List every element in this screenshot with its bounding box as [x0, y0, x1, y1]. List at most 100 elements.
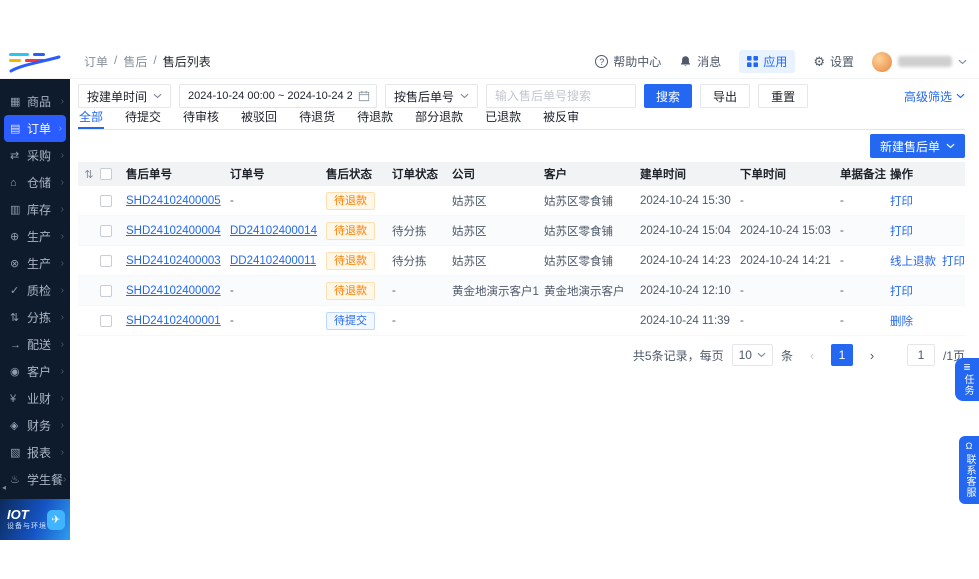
export-button[interactable]: 导出	[700, 84, 751, 108]
op-print-link[interactable]: 打印	[942, 253, 965, 269]
created-time-cell: 2024-10-24 15:30	[640, 194, 731, 207]
column-settings-icon[interactable]: ⇅	[84, 168, 93, 181]
aftersale-no-link[interactable]: SHD24102400003	[126, 255, 221, 267]
warehouse-icon: ⌂	[10, 176, 17, 189]
row-checkbox[interactable]	[100, 314, 112, 327]
prev-page-button[interactable]: ‹	[801, 344, 823, 366]
new-aftersale-button[interactable]: 新建售后单	[869, 134, 965, 158]
advanced-filter-link[interactable]: 高级筛选	[904, 88, 965, 105]
gear-icon: ⚙	[813, 54, 825, 69]
settings-button[interactable]: ⚙ 设置	[813, 53, 854, 70]
sidebar-item-goods[interactable]: ▦ 商品 ›	[0, 88, 70, 115]
sidebar-item-finance[interactable]: ◈ 财务 ›	[0, 412, 70, 439]
aftersale-no-link[interactable]: SHD24102400004	[126, 225, 221, 237]
company-cell: 姑苏区	[452, 225, 487, 238]
sidebar-item-inventory[interactable]: ▥ 库存 ›	[0, 196, 70, 223]
row-checkbox[interactable]	[100, 254, 112, 267]
tab-review-reversed[interactable]: 被反审	[542, 106, 580, 129]
op-online-refund-link[interactable]: 线上退款	[890, 253, 936, 269]
sidebar-item-customers[interactable]: ◉ 客户 ›	[0, 358, 70, 385]
row-checkbox[interactable]	[100, 194, 112, 207]
sidebar-item-warehouse[interactable]: ⌂ 仓储 ›	[0, 169, 70, 196]
sidebar-item-sorting[interactable]: ⇅ 分拣 ›	[0, 304, 70, 331]
page-size-unit: 条	[780, 348, 793, 363]
next-page-button[interactable]: ›	[861, 344, 883, 366]
select-all-checkbox[interactable]	[100, 168, 112, 180]
chevron-right-icon: ›	[60, 420, 64, 431]
company-cell: 姑苏区	[452, 195, 487, 208]
date-range-input[interactable]	[179, 84, 378, 108]
time-field-select[interactable]: 按建单时间	[78, 84, 172, 108]
tab-refunded[interactable]: 已退款	[484, 106, 522, 129]
record-summary: 共5条记录，每页	[632, 348, 724, 363]
table-row: SHD24102400003 DD24102400011 待退款 待分拣 姑苏区…	[78, 246, 965, 276]
customer-cell: 黄金地演示客户	[544, 285, 625, 298]
chevron-right-icon: ›	[60, 447, 64, 458]
search-button[interactable]: 搜索	[644, 84, 693, 108]
aftersale-no-link[interactable]: SHD24102400005	[126, 195, 221, 207]
column-header: 建单时间	[640, 169, 686, 181]
sidebar-item-production-2[interactable]: ⊗ 生产 ›	[0, 250, 70, 277]
sidebar-item-quality[interactable]: ✓ 质检 ›	[0, 277, 70, 304]
op-print-link[interactable]: 打印	[890, 283, 913, 299]
apps-button[interactable]: 应用	[739, 50, 796, 73]
chevron-right-icon: ›	[60, 285, 64, 296]
op-delete-link[interactable]: 删除	[890, 313, 913, 329]
ordered-time-cell: -	[740, 314, 744, 327]
tab-to-refund[interactable]: 待退款	[356, 106, 394, 129]
sidebar-item-delivery[interactable]: → 配送 ›	[0, 331, 70, 358]
iot-subtitle: 设备与环境	[7, 522, 47, 530]
help-label: 帮助中心	[613, 55, 662, 69]
goods-icon: ▦	[10, 96, 21, 108]
search-field-select[interactable]: 按售后单号	[385, 84, 479, 108]
reset-button[interactable]: 重置	[758, 84, 809, 108]
help-center-button[interactable]: ? 帮助中心	[595, 53, 661, 70]
purchase-icon: ⇄	[10, 150, 20, 162]
page-1-button[interactable]: 1	[830, 344, 853, 366]
order-no-link[interactable]: DD24102400011	[230, 255, 316, 267]
sidebar-item-business-finance[interactable]: ¥ 业财 ›	[0, 385, 70, 412]
tab-to-submit[interactable]: 待提交	[124, 106, 162, 129]
column-header: 公司	[452, 169, 475, 181]
pagination: 共5条记录，每页 10 条 ‹ 1 › 1 /1页	[633, 344, 965, 366]
chevron-right-icon: ›	[60, 339, 64, 350]
aftersale-no-link[interactable]: SHD24102400002	[126, 285, 221, 297]
row-checkbox[interactable]	[100, 224, 112, 237]
aftersale-search-input[interactable]	[486, 84, 637, 108]
messages-button[interactable]: 消息	[679, 53, 721, 70]
task-panel-button[interactable]: ≣ 任务	[955, 358, 979, 401]
sidebar-item-production-1[interactable]: ⊕ 生产 ›	[0, 223, 70, 250]
contact-service-button[interactable]: Ω 联系客服	[959, 436, 979, 504]
tab-to-review[interactable]: 待审核	[182, 106, 220, 129]
chevron-right-icon: ›	[60, 393, 64, 404]
company-cell: 姑苏区	[452, 255, 487, 268]
tab-to-return[interactable]: 待退货	[298, 106, 336, 129]
column-header: 单据备注	[840, 169, 886, 181]
op-print-link[interactable]: 打印	[890, 223, 913, 239]
apps-label: 应用	[763, 55, 788, 69]
order-no-link[interactable]: DD24102400014	[230, 225, 317, 237]
sidebar-item-student-meal[interactable]: ♨ 学生餐 ›	[0, 466, 70, 493]
sidebar-item-purchase[interactable]: ⇄ 采购 ›	[0, 142, 70, 169]
page-size-select[interactable]: 10	[731, 344, 773, 366]
sidebar-collapse-icon[interactable]: ◂	[2, 483, 6, 492]
breadcrumb-orders[interactable]: 订单	[84, 53, 108, 70]
iot-footer[interactable]: IOT 设备与环境 ✈	[0, 499, 70, 540]
page-jump-input[interactable]: 1	[906, 344, 935, 366]
chevron-right-icon: ›	[60, 177, 64, 188]
status-tag: 待退款	[326, 191, 375, 210]
row-checkbox[interactable]	[100, 284, 112, 297]
chevron-right-icon: ›	[60, 258, 64, 269]
aftersale-table: ⇅ 售后单号 订单号 售后状态 订单状态 公司 客户 建单时间 下单时间 单据备…	[78, 162, 965, 336]
tab-all[interactable]: 全部	[78, 106, 105, 129]
sidebar-item-reports[interactable]: ▧ 报表 ›	[0, 439, 70, 466]
sidebar-item-orders[interactable]: ▤ 订单 ›	[4, 115, 66, 142]
tab-partial-refund[interactable]: 部分退款	[414, 106, 464, 129]
status-tabs: 全部 待提交 待审核 被驳回 待退货 待退款 部分退款 已退款 被反审	[78, 106, 965, 130]
chevron-right-icon: ›	[60, 231, 64, 242]
tab-rejected[interactable]: 被驳回	[240, 106, 278, 129]
user-menu[interactable]	[872, 51, 967, 72]
breadcrumb-aftersale[interactable]: 售后	[123, 53, 147, 70]
aftersale-no-link[interactable]: SHD24102400001	[126, 315, 221, 327]
op-print-link[interactable]: 打印	[890, 193, 913, 209]
